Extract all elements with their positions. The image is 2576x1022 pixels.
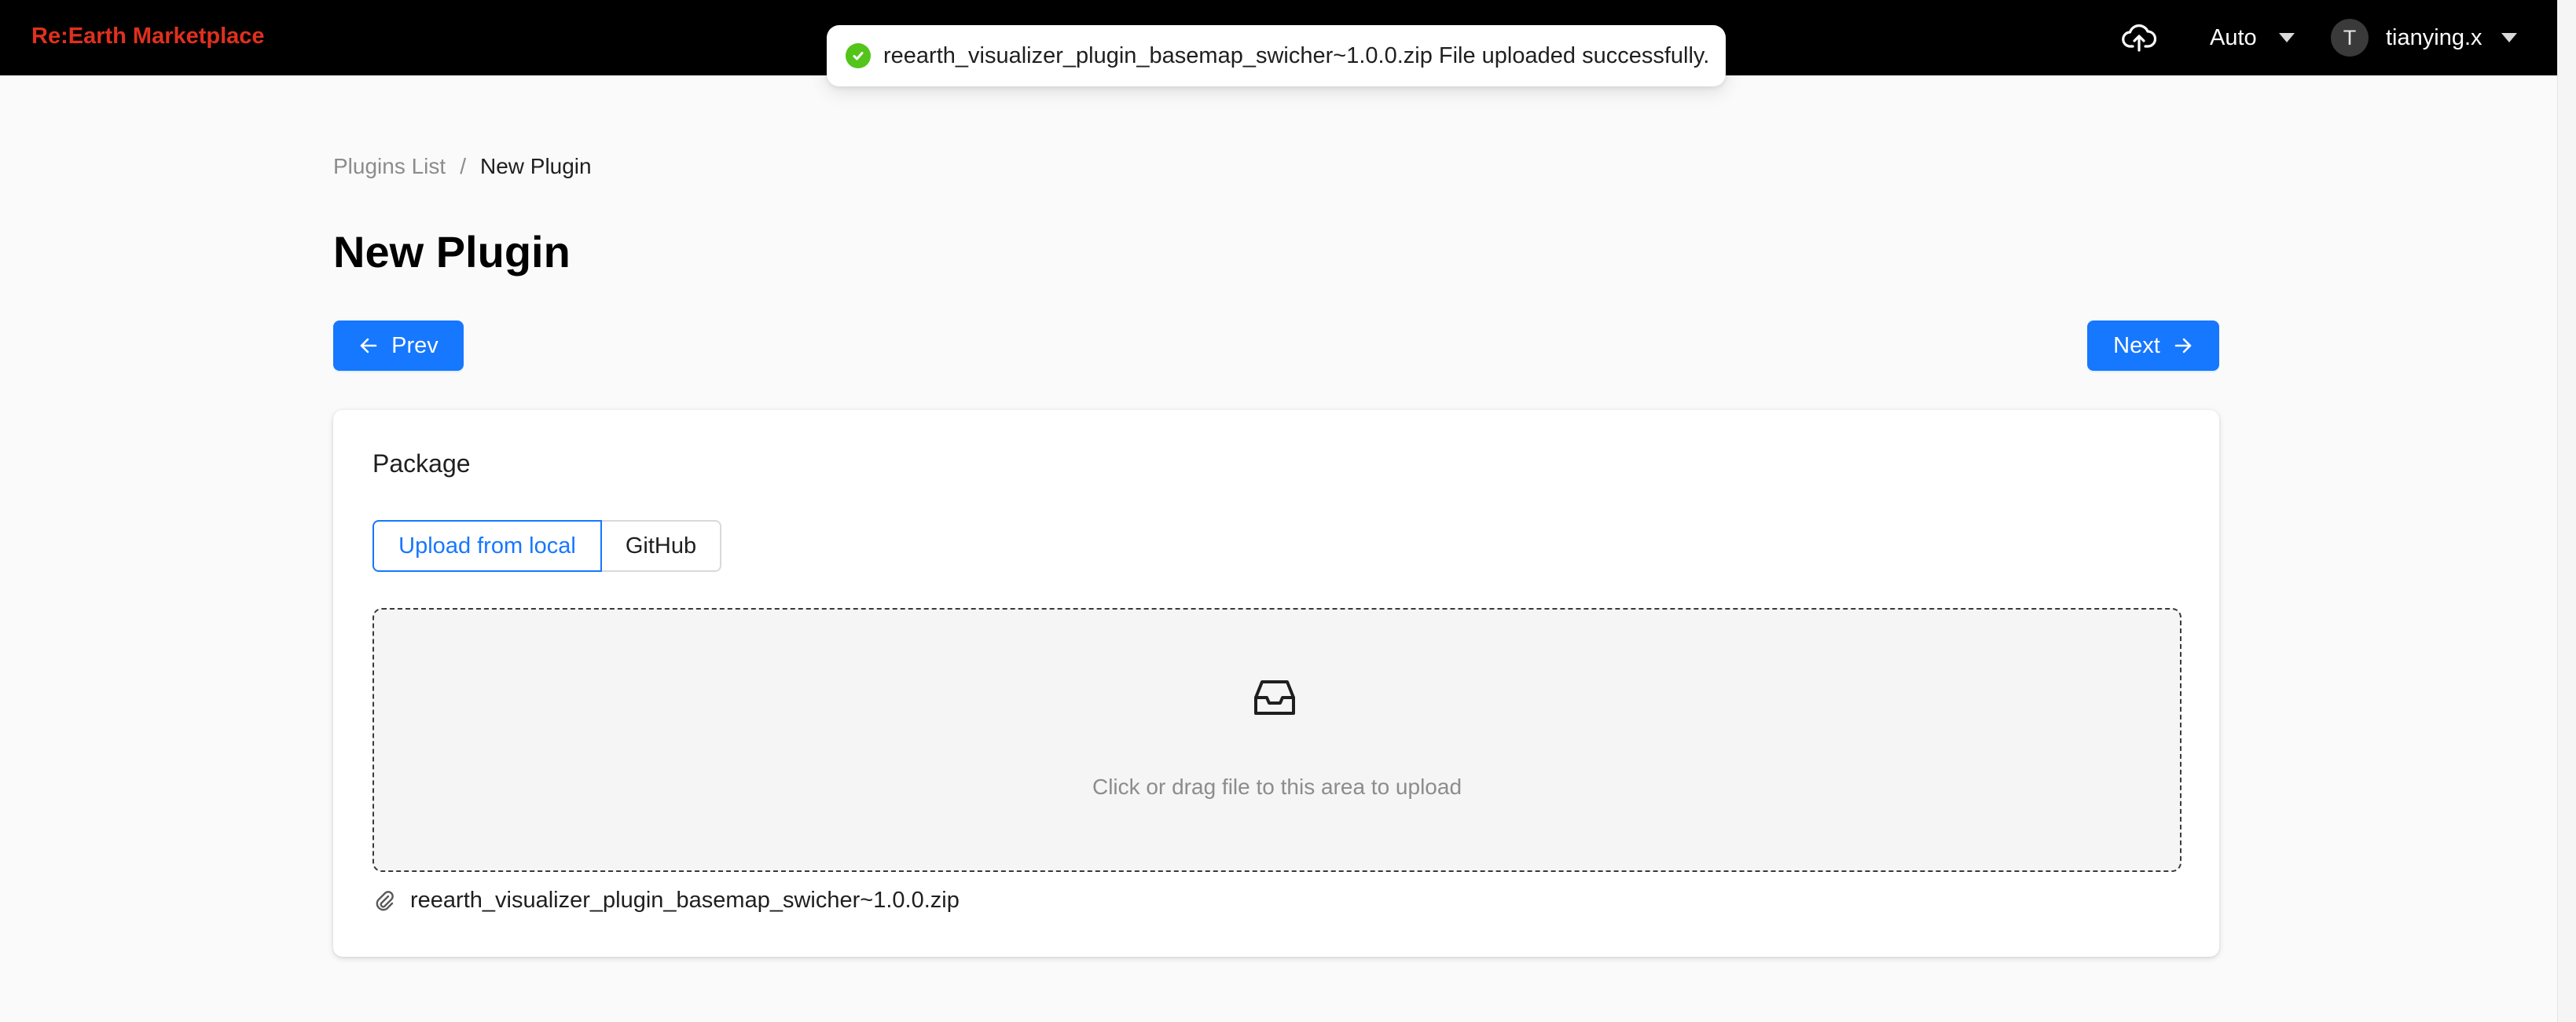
uploaded-file-name: reearth_visualizer_plugin_basemap_swiche… [410,888,960,913]
inbox-icon [1251,674,1298,721]
scrollbar[interactable] [2557,0,2576,1022]
next-button-label: Next [2113,332,2160,358]
breadcrumb-plugins-list[interactable]: Plugins List [333,154,446,179]
paperclip-icon [372,889,396,913]
brand-logo[interactable]: Re:Earth Marketplace [31,24,265,49]
avatar: T [2331,19,2369,57]
caret-down-icon [2501,33,2517,42]
dropzone-hint: Click or drag file to this area to uploa… [1092,775,1462,799]
next-button[interactable]: Next [2087,321,2219,371]
cloud-upload-icon[interactable] [2122,22,2157,53]
user-menu[interactable]: T tianying.x [2331,19,2517,57]
theme-select-value: Auto [2210,24,2257,50]
user-name: tianying.x [2386,24,2482,50]
card-title: Package [372,449,471,478]
upload-dropzone[interactable]: Click or drag file to this area to uploa… [372,608,2182,872]
tab-github[interactable]: GitHub [602,520,721,572]
success-toast: reearth_visualizer_plugin_basemap_swiche… [827,25,1726,86]
prev-button[interactable]: Prev [333,321,464,371]
breadcrumb-current: New Plugin [479,154,592,178]
package-card: Package Upload from local GitHub Click o… [333,410,2219,957]
package-source-switch: Upload from local GitHub [372,520,721,572]
toast-message: reearth_visualizer_plugin_basemap_swiche… [883,42,1710,68]
check-circle-icon [846,43,871,68]
tab-upload-from-local[interactable]: Upload from local [372,520,602,572]
caret-down-icon [2278,33,2295,42]
breadcrumb: Plugins List / New Plugin [333,154,592,179]
prev-button-label: Prev [391,332,439,358]
arrow-left-icon [360,338,377,353]
uploaded-file-item[interactable]: reearth_visualizer_plugin_basemap_swiche… [372,888,960,914]
page-title: New Plugin [333,227,571,277]
theme-select[interactable]: Auto [2210,24,2295,52]
arrow-right-icon [2174,338,2192,353]
breadcrumb-separator: / [460,154,466,178]
